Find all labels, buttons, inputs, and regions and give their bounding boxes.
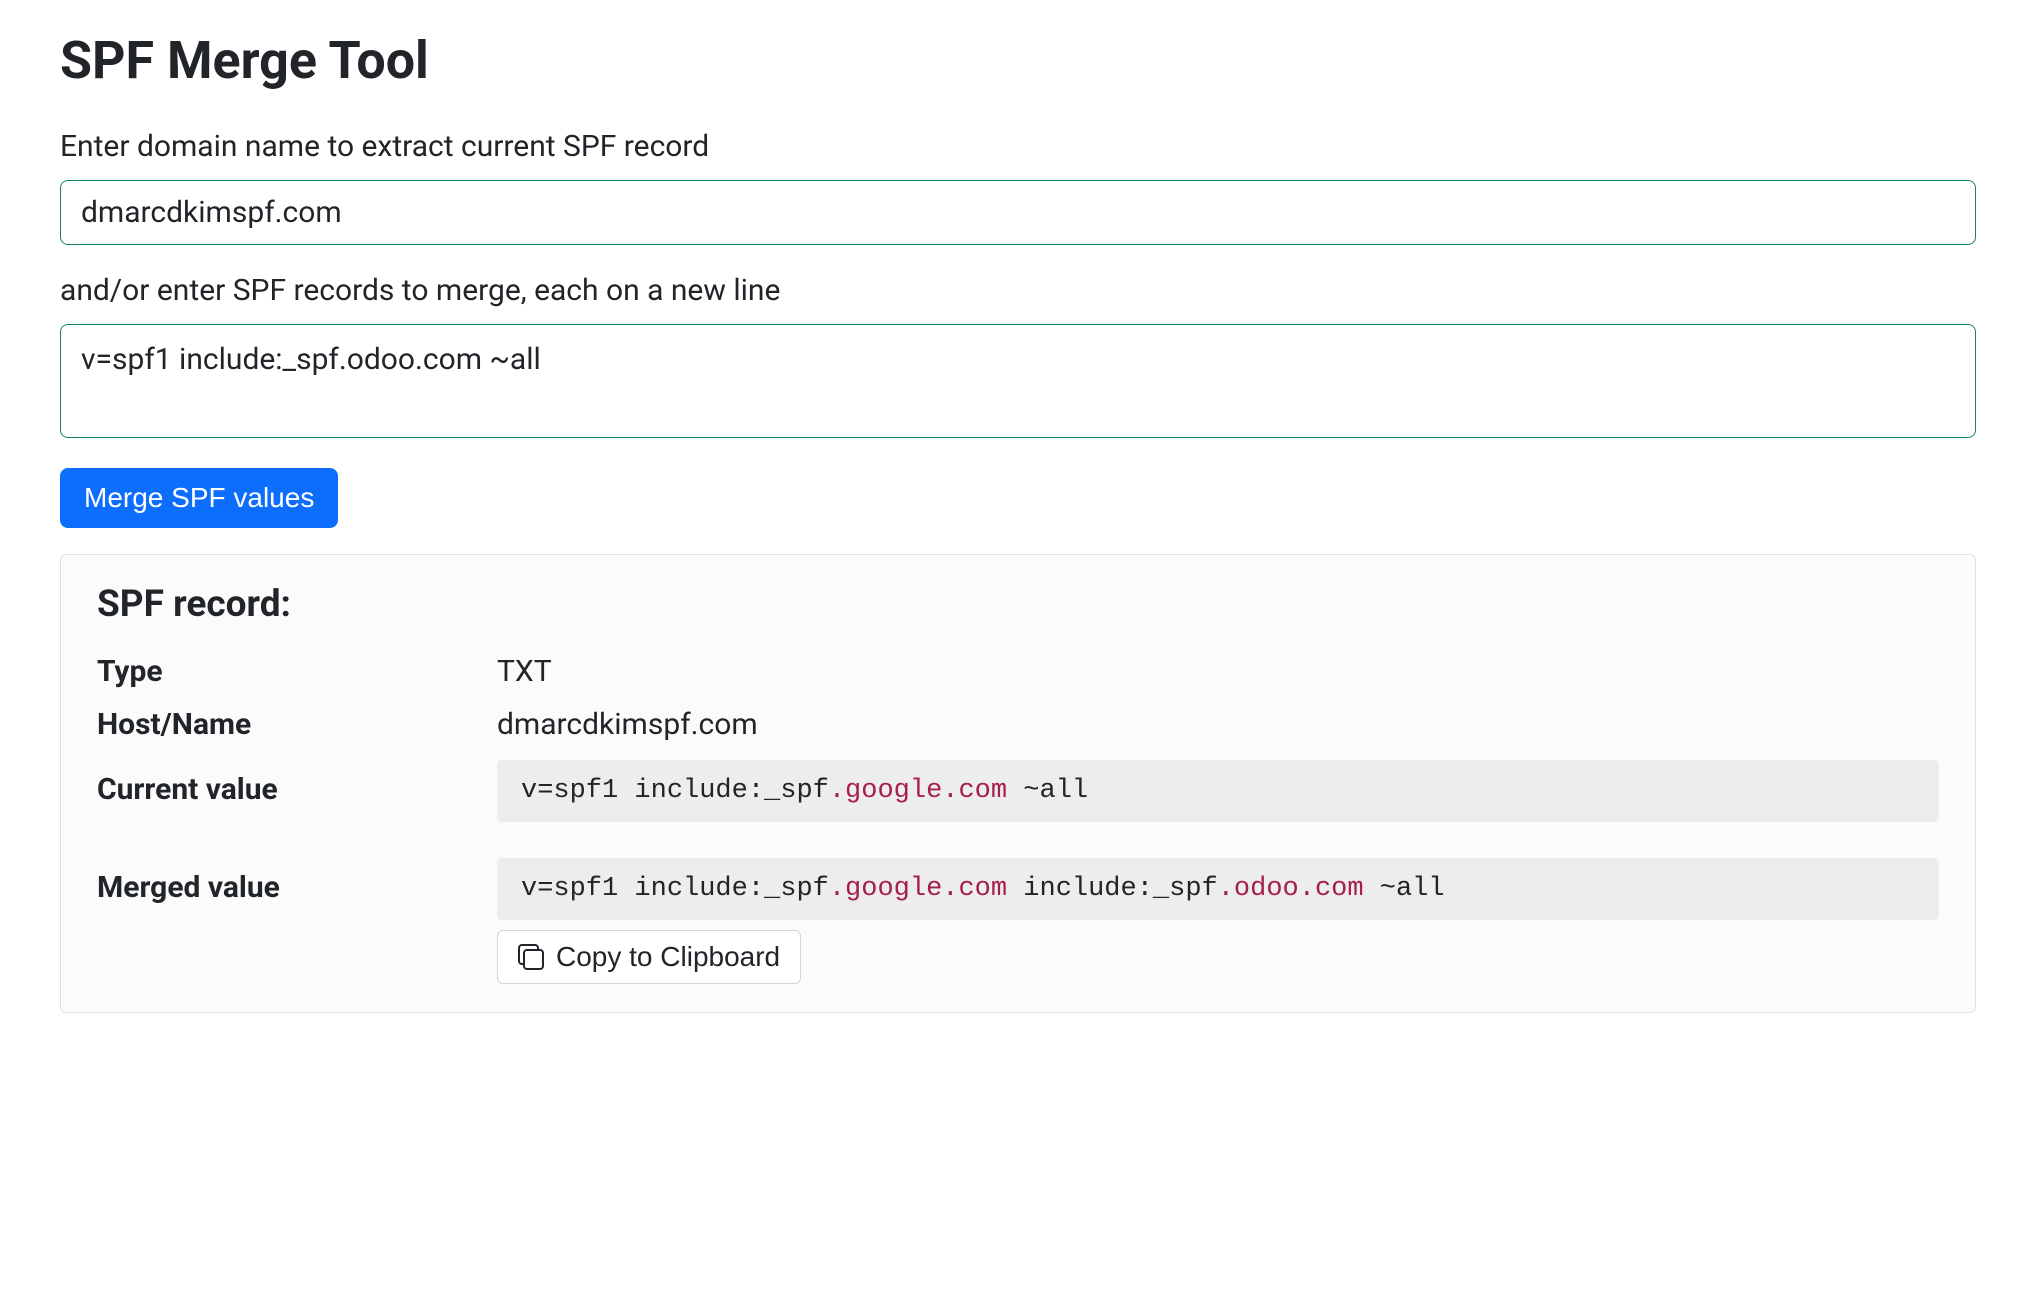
host-label: Host/Name <box>97 707 497 742</box>
copy-icon <box>518 944 544 970</box>
results-heading: SPF record: <box>97 583 1939 626</box>
merged-value-code: v=spf1 include:_spf.google.com include:_… <box>497 858 1939 920</box>
domain-input-label: Enter domain name to extract current SPF… <box>60 129 1976 164</box>
records-textarea[interactable]: v=spf1 include:_spf.odoo.com ~all <box>60 324 1976 438</box>
copy-button-label: Copy to Clipboard <box>556 941 780 973</box>
domain-input[interactable] <box>60 180 1976 245</box>
merged-value-row: Merged value v=spf1 include:_spf.google.… <box>97 858 1939 984</box>
results-card: SPF record: Type TXT Host/Name dmarcdkim… <box>60 554 1976 1013</box>
type-label: Type <box>97 654 497 689</box>
merge-button[interactable]: Merge SPF values <box>60 468 338 528</box>
records-textarea-label: and/or enter SPF records to merge, each … <box>60 273 1976 308</box>
page-title: SPF Merge Tool <box>60 30 1976 91</box>
host-value: dmarcdkimspf.com <box>497 707 1939 742</box>
type-value: TXT <box>497 654 1939 689</box>
host-row: Host/Name dmarcdkimspf.com <box>97 707 1939 742</box>
merged-value-label: Merged value <box>97 858 497 905</box>
copy-button[interactable]: Copy to Clipboard <box>497 930 801 984</box>
current-value-label: Current value <box>97 760 497 807</box>
type-row: Type TXT <box>97 654 1939 689</box>
current-value-code: v=spf1 include:_spf.google.com ~all <box>497 760 1939 822</box>
current-value-row: Current value v=spf1 include:_spf.google… <box>97 760 1939 832</box>
